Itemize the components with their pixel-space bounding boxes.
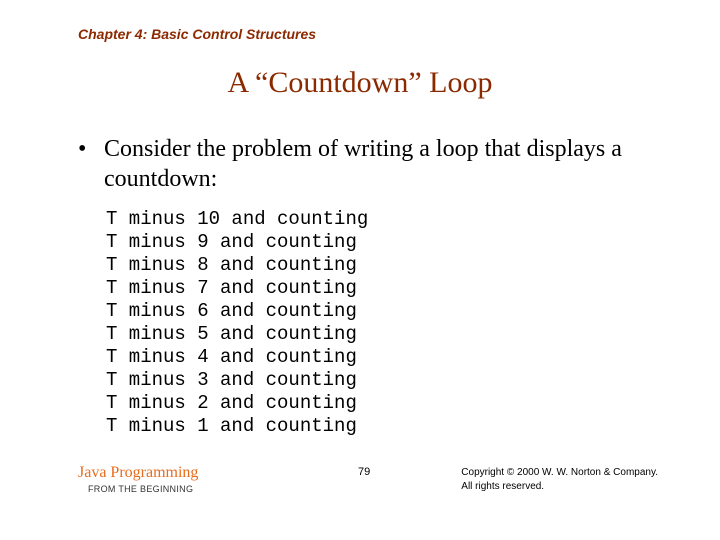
bullet-text: Consider the problem of writing a loop t… xyxy=(104,134,644,194)
chapter-heading: Chapter 4: Basic Control Structures xyxy=(78,26,316,42)
copyright-line2: All rights reserved. xyxy=(461,481,544,492)
page-number: 79 xyxy=(358,466,370,478)
brand-subtitle: FROM THE BEGINNING xyxy=(88,484,193,494)
copyright-line1: Copyright © 2000 W. W. Norton & Company. xyxy=(461,467,658,478)
brand-title: Java Programming xyxy=(78,464,198,482)
bullet-marker: • xyxy=(78,134,100,164)
code-block: T minus 10 and counting T minus 9 and co… xyxy=(106,208,368,438)
copyright: Copyright © 2000 W. W. Norton & Company.… xyxy=(461,466,658,494)
slide-title: A “Countdown” Loop xyxy=(0,66,720,100)
footer: Java Programming FROM THE BEGINNING 79 C… xyxy=(78,464,658,504)
bullet-item: • Consider the problem of writing a loop… xyxy=(78,134,658,194)
